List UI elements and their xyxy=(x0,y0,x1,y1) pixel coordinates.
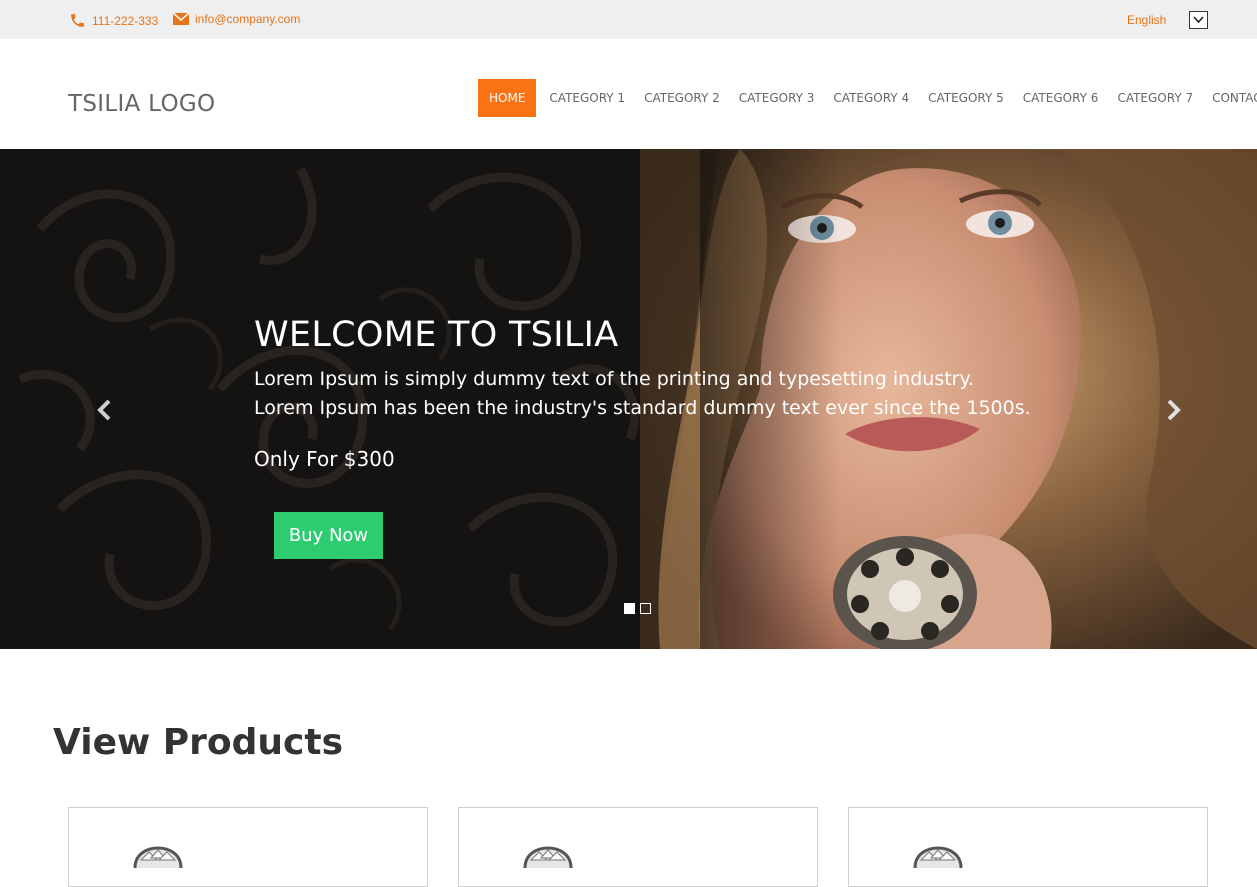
nav-item-home[interactable]: HOME xyxy=(478,79,537,117)
site-header: TSILIA LOGO HOME CATEGORY 1 CATEGORY 2 C… xyxy=(0,39,1257,149)
chevron-right-icon xyxy=(1167,399,1181,421)
email-address: info@company.com xyxy=(195,12,301,26)
diamond-ring-image xyxy=(913,846,963,869)
nav-item-category-5[interactable]: CATEGORY 5 xyxy=(928,79,1004,117)
nav-item-category-3[interactable]: CATEGORY 3 xyxy=(739,79,815,117)
mail-icon xyxy=(173,13,189,25)
top-bar: 111-222-333 info@company.com English xyxy=(0,0,1257,39)
nav-item-category-1[interactable]: CATEGORY 1 xyxy=(549,79,625,117)
slider-next-arrow[interactable] xyxy=(1162,397,1186,423)
nav-item-category-7[interactable]: CATEGORY 7 xyxy=(1117,79,1193,117)
product-card[interactable] xyxy=(68,807,428,887)
chevron-down-icon xyxy=(1193,16,1204,24)
nav-item-category-2[interactable]: CATEGORY 2 xyxy=(644,79,720,117)
product-card[interactable] xyxy=(458,807,818,887)
phone-contact[interactable]: 111-222-333 xyxy=(69,12,158,29)
phone-number: 111-222-333 xyxy=(92,13,159,28)
slider-prev-arrow[interactable] xyxy=(92,397,116,423)
hero-text-line-1: Lorem Ipsum is simply dummy text of the … xyxy=(254,368,975,390)
site-logo[interactable]: TSILIA LOGO xyxy=(68,91,215,117)
buy-now-button[interactable]: Buy Now xyxy=(274,512,383,559)
hero-text-line-2: Lorem Ipsum has been the industry's stan… xyxy=(254,397,1031,419)
email-contact[interactable]: info@company.com xyxy=(173,12,300,26)
nav-item-contact[interactable]: CONTACT xyxy=(1212,79,1257,117)
language-label: English xyxy=(1127,13,1167,27)
phone-icon xyxy=(71,14,84,27)
nav-item-category-6[interactable]: CATEGORY 6 xyxy=(1023,79,1099,117)
hero-title: WELCOME TO TSILIA xyxy=(254,315,619,355)
chevron-left-icon xyxy=(97,399,111,421)
diamond-ring-image xyxy=(133,846,183,869)
language-dropdown[interactable] xyxy=(1189,11,1208,29)
diamond-ring-image xyxy=(523,846,573,869)
product-card[interactable] xyxy=(848,807,1208,887)
hero-price: Only For $300 xyxy=(254,447,395,471)
slider-dot-1[interactable] xyxy=(624,603,635,614)
nav-item-category-4[interactable]: CATEGORY 4 xyxy=(833,79,909,117)
products-section-title: View Products xyxy=(53,722,344,763)
slider-dot-2[interactable] xyxy=(640,603,651,614)
main-nav: HOME CATEGORY 1 CATEGORY 2 CATEGORY 3 CA… xyxy=(478,79,1257,117)
